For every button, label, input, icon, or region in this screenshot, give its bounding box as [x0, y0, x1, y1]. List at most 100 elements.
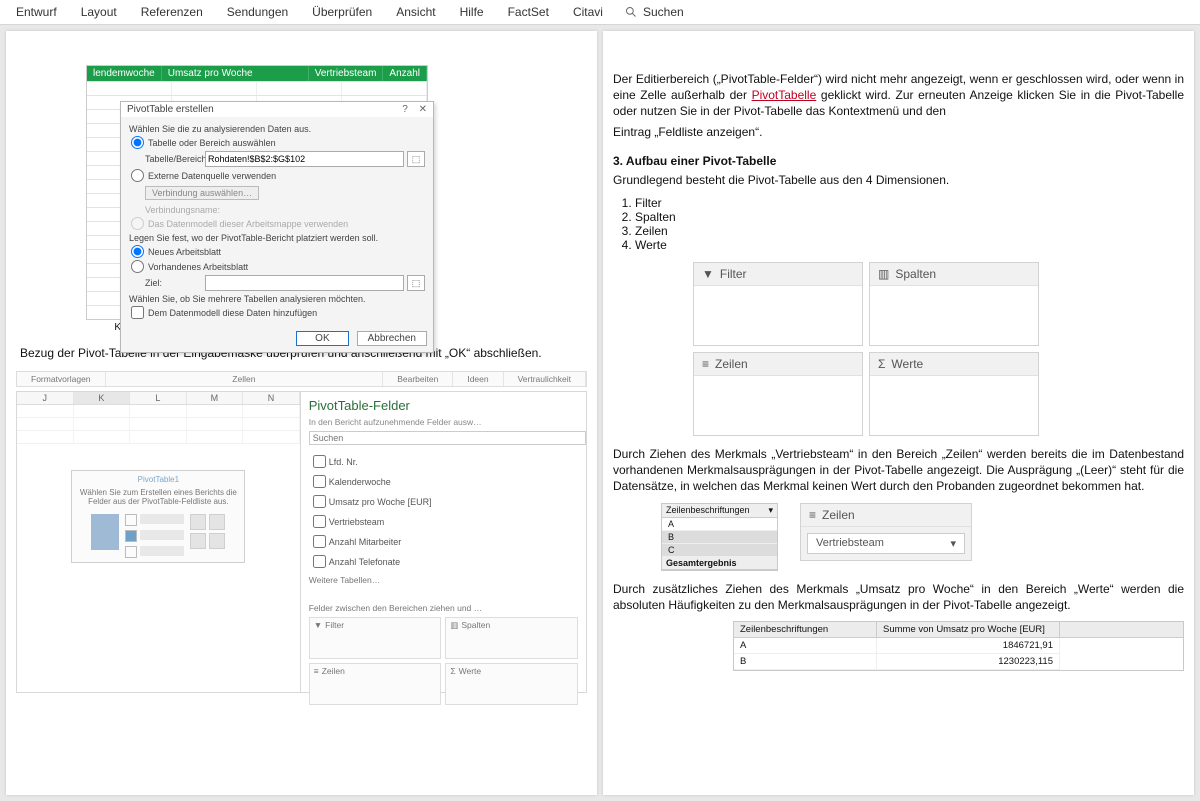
mini-pivot-table: Zeilenbeschriftungen▾ A B C Gesamtergebn…: [661, 503, 778, 571]
opt-existing-sheet[interactable]: Vorhandenes Arbeitsblatt: [129, 260, 425, 273]
dlg-section3: Wählen Sie, ob Sie mehrere Tabellen anal…: [129, 294, 425, 304]
dim-filter: Filter: [635, 196, 1184, 210]
dimensions-list: Filter Spalten Zeilen Werte: [635, 196, 1184, 252]
opt-new-sheet[interactable]: Neues Arbeitsblatt: [129, 245, 425, 258]
columns-icon: ▥: [878, 267, 889, 281]
para-editbereich: Der Editierbereich („PivotTable-Felder“)…: [613, 71, 1184, 120]
col-K: K: [74, 392, 131, 404]
dialog-title: PivotTable erstellen: [127, 104, 214, 115]
area-rows[interactable]: ≡Zeilen: [693, 352, 863, 436]
pivot-areas-diagram: ▼Filter ▥Spalten ≡Zeilen ΣWerte: [693, 262, 1184, 436]
para-feldliste: Eintrag „Feldliste anzeigen“.: [613, 124, 1184, 140]
area-values[interactable]: ΣWerte: [869, 352, 1039, 436]
dz-columns[interactable]: ▥Spalten: [445, 617, 578, 659]
tab-entwurf[interactable]: Entwurf: [4, 0, 69, 24]
pane-title: PivotTable-Felder: [309, 398, 578, 413]
field-0[interactable]: Lfd. Nr.: [309, 452, 578, 471]
rows-icon: ≡: [314, 666, 319, 676]
fieldlist-area: J K L M N PivotTable1 Wählen Sie zum Ers…: [16, 391, 587, 693]
field-5[interactable]: Anzahl Telefonate: [309, 552, 578, 571]
mini-total: Gesamtergebnis: [662, 557, 777, 570]
field-4[interactable]: Anzahl Mitarbeiter: [309, 532, 578, 551]
page-left: lendemwoche Umsatz pro Woche Vertriebste…: [6, 31, 597, 795]
grp-ideas: Ideen: [453, 372, 503, 386]
res-b-val: 1230223,115: [877, 654, 1060, 670]
area-columns[interactable]: ▥Spalten: [869, 262, 1039, 346]
grp-sensitivity: Vertraulichkeit: [504, 372, 586, 386]
sigma-icon: Σ: [878, 357, 885, 371]
range-picker-icon[interactable]: ⬚: [407, 151, 425, 167]
res-h1: Zeilenbeschriftungen: [734, 622, 877, 637]
area-filter[interactable]: ▼Filter: [693, 262, 863, 346]
mini-row-a: A: [662, 518, 777, 531]
location-label: Ziel:: [145, 278, 205, 288]
tab-ueberpruefen[interactable]: Überprüfen: [300, 0, 384, 24]
radio-table[interactable]: [131, 136, 144, 149]
filter-icon: ▼: [314, 620, 322, 630]
field-1[interactable]: Kalenderwoche: [309, 472, 578, 491]
tab-factset[interactable]: FactSet: [496, 0, 561, 24]
close-icon[interactable]: ✕: [419, 104, 427, 115]
opt-external[interactable]: Externe Datenquelle verwenden: [129, 169, 425, 182]
range-input[interactable]: [205, 151, 404, 167]
cancel-button[interactable]: Abbrechen: [357, 331, 427, 346]
opt-datamodel[interactable]: Das Datenmodell dieser Arbeitsmappe verw…: [129, 217, 425, 230]
grp-styles: Formatvorlagen: [17, 372, 106, 386]
radio-external[interactable]: [131, 169, 144, 182]
create-pivottable-dialog: PivotTable erstellen ? ✕ Wählen Sie die …: [120, 101, 434, 353]
tab-hilfe[interactable]: Hilfe: [448, 0, 496, 24]
dz-values[interactable]: ΣWerte: [445, 663, 578, 705]
columns-icon: ▥: [450, 620, 458, 631]
tab-citavi[interactable]: Citavi: [561, 0, 615, 24]
opt-add-to-model[interactable]: Dem Datenmodell diese Daten hinzufügen: [129, 306, 425, 319]
mini-row-b: B: [662, 531, 777, 544]
result-table: Zeilenbeschriftungen Summe von Umsatz pr…: [733, 621, 1184, 671]
ss-col3: Vertriebsteam: [309, 66, 384, 81]
tab-ansicht[interactable]: Ansicht: [384, 0, 447, 24]
more-tables-link[interactable]: Weitere Tabellen…: [309, 575, 578, 585]
range-label: Tabelle/Bereich:: [145, 154, 205, 164]
ribbon-search-label: Suchen: [643, 5, 684, 19]
ss-col1: lendemwoche: [87, 66, 162, 81]
chevron-down-icon: ▾: [950, 537, 956, 550]
dim-zeilen: Zeilen: [635, 224, 1184, 238]
dropdown-icon[interactable]: ▾: [768, 505, 773, 516]
dlg-section1: Wählen Sie die zu analysierenden Daten a…: [129, 124, 425, 134]
choose-connection-button[interactable]: Verbindung auswählen…: [145, 186, 259, 200]
field-search-input[interactable]: [309, 431, 586, 445]
tab-layout[interactable]: Layout: [69, 0, 129, 24]
ribbon: Entwurf Layout Referenzen Sendungen Über…: [0, 0, 1200, 25]
location-picker-icon[interactable]: ⬚: [407, 275, 425, 291]
ss-col4: Anzahl: [383, 66, 427, 81]
heading-aufbau: 3. Aufbau einer Pivot-Tabelle: [613, 154, 1184, 168]
tab-sendungen[interactable]: Sendungen: [215, 0, 300, 24]
tab-referenzen[interactable]: Referenzen: [129, 0, 215, 24]
radio-model: [131, 217, 144, 230]
dlg-section2: Legen Sie fest, wo der PivotTable-Berich…: [129, 233, 425, 243]
radio-existing[interactable]: [131, 260, 144, 273]
col-J: J: [17, 392, 74, 404]
pane-subtitle: In den Bericht aufzunehmende Felder ausw…: [309, 417, 578, 427]
page-right: Der Editierbereich („PivotTable-Felder“)…: [603, 31, 1194, 795]
ribbon-search[interactable]: Suchen: [615, 5, 694, 19]
dim-spalten: Spalten: [635, 210, 1184, 224]
dz-filter[interactable]: ▼Filter: [309, 617, 442, 659]
help-icon[interactable]: ?: [402, 104, 408, 115]
field-chip-vertriebsteam[interactable]: Vertriebsteam▾: [807, 533, 965, 554]
dz-rows[interactable]: ≡Zeilen: [309, 663, 442, 705]
ok-button[interactable]: OK: [296, 331, 348, 346]
res-a-label: A: [734, 638, 877, 654]
connection-name-label: Verbindungsname:: [145, 205, 425, 215]
field-3[interactable]: Vertriebsteam: [309, 512, 578, 531]
field-2[interactable]: Umsatz pro Woche [EUR]: [309, 492, 578, 511]
radio-newsheet[interactable]: [131, 245, 144, 258]
excel-home-groups: Formatvorlagen Zellen Bearbeiten Ideen V…: [16, 371, 587, 387]
opt-table-range[interactable]: Tabelle oder Bereich auswählen: [129, 136, 425, 149]
checkbox-addmodel[interactable]: [131, 306, 144, 319]
rows-dropzone-filled[interactable]: ≡Zeilen Vertriebsteam▾: [800, 503, 972, 561]
location-input[interactable]: [205, 275, 404, 291]
sigma-icon: Σ: [450, 666, 455, 676]
pivottable-placeholder: PivotTable1 Wählen Sie zum Erstellen ein…: [71, 470, 245, 563]
search-icon: [625, 6, 637, 18]
ss-col2: Umsatz pro Woche: [162, 66, 309, 81]
